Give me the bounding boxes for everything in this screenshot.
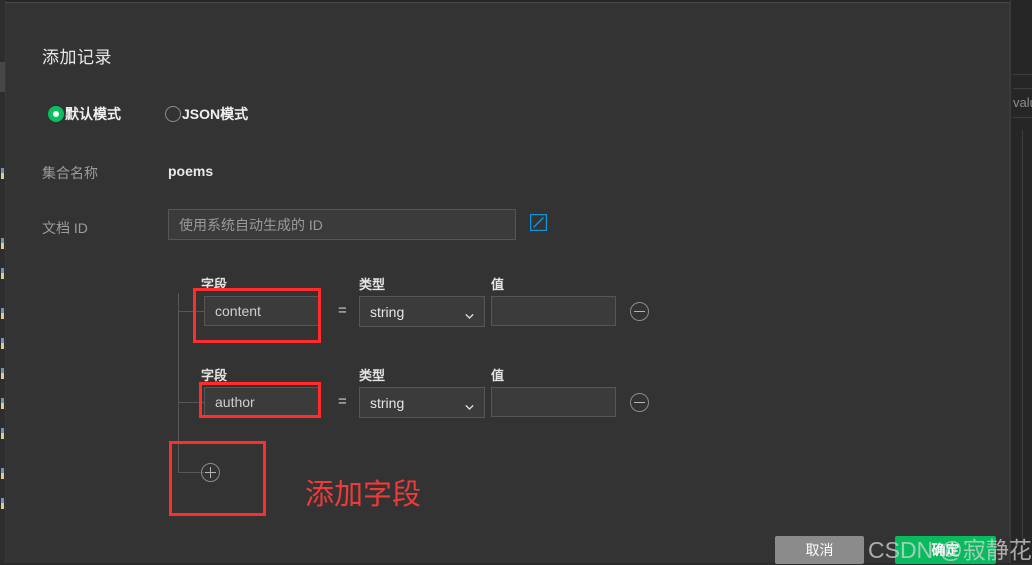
field-type-value-row2: string xyxy=(370,394,405,411)
field-tree-line xyxy=(178,293,179,473)
add-record-dialog: 添加记录 默认模式 JSON模式 集合名称 poems 文档 ID 字段 类型 … xyxy=(5,2,1010,564)
plus-circle-icon-add-field[interactable] xyxy=(201,463,220,482)
radio-unselected-icon xyxy=(165,106,181,122)
background-right-divider xyxy=(1022,130,1023,550)
field-type-value-row1: string xyxy=(370,303,405,320)
cancel-button[interactable]: 取消 xyxy=(775,536,864,564)
field-type-select-row1[interactable]: string xyxy=(359,296,485,327)
background-left-mark xyxy=(1,398,4,409)
column-header-value-row2: 值 xyxy=(491,368,505,383)
background-right-column-header: value xyxy=(1013,88,1032,118)
document-id-input[interactable] xyxy=(168,209,516,240)
background-left-mark xyxy=(1,368,4,379)
collection-name-value: poems xyxy=(168,163,214,179)
column-header-value: 值 xyxy=(491,277,505,292)
background-left-mark xyxy=(1,308,4,319)
background-left-mark xyxy=(1,238,4,249)
column-header-field: 字段 xyxy=(201,277,228,292)
background-left-mark xyxy=(1,428,4,439)
background-left-mark xyxy=(1,268,4,279)
document-id-label: 文档 ID xyxy=(42,220,88,236)
radio-json-mode[interactable]: JSON模式 xyxy=(165,104,248,124)
radio-default-mode[interactable]: 默认模式 xyxy=(48,104,121,124)
radio-selected-icon xyxy=(48,106,64,122)
annotation-label-add-field: 添加字段 xyxy=(305,479,422,511)
background-left-mark xyxy=(1,498,4,509)
collection-name-label: 集合名称 xyxy=(42,165,98,181)
column-header-type-row2: 类型 xyxy=(359,368,386,383)
dialog-title: 添加记录 xyxy=(42,48,112,67)
field-name-input-row1[interactable] xyxy=(204,296,321,326)
chevron-down-icon xyxy=(465,308,474,319)
radio-default-mode-label: 默认模式 xyxy=(65,106,121,122)
field-value-input-row2[interactable] xyxy=(491,387,616,417)
background-left-mark xyxy=(1,168,4,179)
column-header-type: 类型 xyxy=(359,277,386,292)
field-tree-connector xyxy=(178,402,204,403)
minus-circle-icon-row2[interactable] xyxy=(630,393,649,412)
field-name-input-row2[interactable] xyxy=(204,387,321,417)
background-left-mark xyxy=(1,338,4,349)
chevron-down-icon xyxy=(465,399,474,410)
field-tree-connector xyxy=(178,311,204,312)
confirm-button[interactable]: 确定 xyxy=(895,536,996,564)
background-left-mark xyxy=(1,468,4,479)
column-header-field-row2: 字段 xyxy=(201,368,228,383)
radio-json-mode-label: JSON模式 xyxy=(182,106,249,122)
mode-radio-group: 默认模式 JSON模式 xyxy=(48,104,292,124)
field-type-select-row2[interactable]: string xyxy=(359,387,485,418)
field-value-input-row1[interactable] xyxy=(491,296,616,326)
edit-square-icon[interactable] xyxy=(529,213,548,232)
equals-sign-row1: = xyxy=(338,302,347,319)
minus-circle-icon-row1[interactable] xyxy=(630,302,649,321)
equals-sign-row2: = xyxy=(338,393,347,410)
